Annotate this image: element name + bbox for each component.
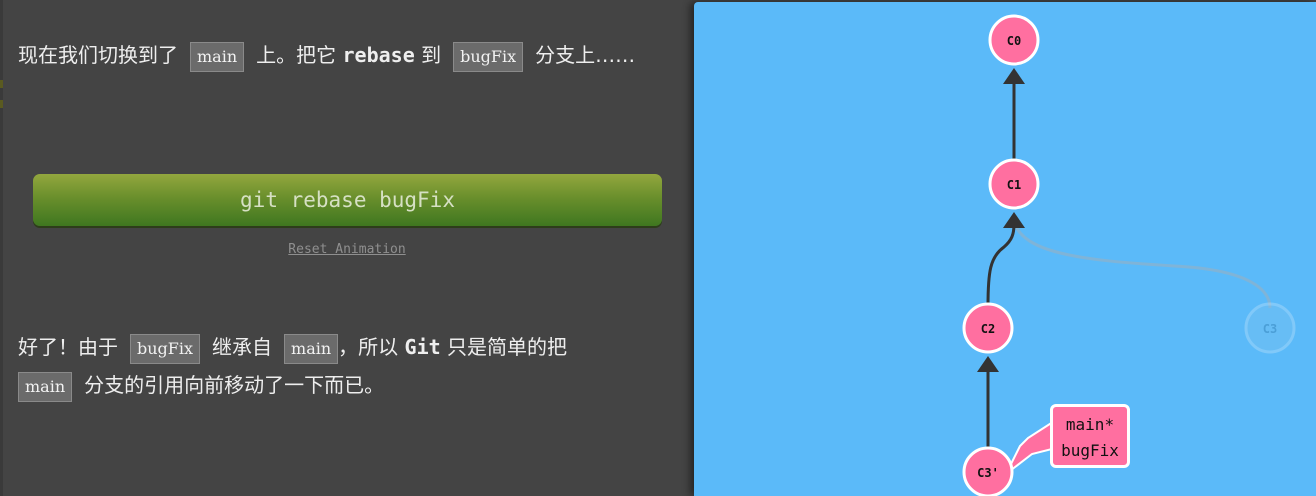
intro-paragraph: 现在我们切换到了 main 上。把它 rebase 到 bugFix 分支上…… <box>18 36 668 74</box>
instructions-panel: 现在我们切换到了 main 上。把它 rebase 到 bugFix 分支上…… git… <box>0 0 694 496</box>
arrowhead-icon <box>1003 68 1025 84</box>
commit-label: C3 <box>1263 322 1277 336</box>
commit-label: C3' <box>977 466 999 480</box>
branch-pointer-icon <box>1005 418 1057 475</box>
result-text-3: ，所以 <box>338 335 399 359</box>
commit-c3-faded[interactable]: C3 <box>1244 302 1296 354</box>
commit-c2[interactable]: C2 <box>962 302 1014 354</box>
intro-text-3: 到 <box>421 43 442 67</box>
git-visualization: C0 C1 C2 C3 C3' main* bugFix <box>694 2 1316 496</box>
code-main: main <box>18 371 73 402</box>
intro-text-4: 分支上…… <box>535 43 636 67</box>
code-bugfix: bugFix <box>453 41 524 72</box>
arrowhead-icon <box>977 356 999 372</box>
keyword-rebase: rebase <box>342 43 415 67</box>
result-text-4: 只是简单的把 <box>447 335 568 359</box>
result-paragraph: 好了！由于 bugFix 继承自 main ，所以 Git 只是简单的把 main 分支的引… <box>18 328 668 404</box>
result-text-2: 继承自 <box>212 335 273 359</box>
commit-graph: C0 C1 C2 C3 C3' <box>962 14 1296 496</box>
code-main: main <box>190 41 245 72</box>
keyword-git: Git <box>404 335 441 359</box>
commit-c0[interactable]: C0 <box>988 14 1040 66</box>
code-bugfix: bugFix <box>130 333 201 364</box>
code-main: main <box>284 333 339 364</box>
commit-label: C2 <box>981 322 995 336</box>
git-rebase-command-button[interactable]: git rebase bugFix <box>33 174 662 226</box>
result-text-1: 好了！由于 <box>18 335 118 359</box>
intro-text-2: 上。把它 <box>256 43 337 67</box>
branch-tag-main-bugfix[interactable]: main* bugFix <box>1050 404 1130 468</box>
faded-edge-c3-c1 <box>1012 221 1272 309</box>
reset-animation-link[interactable]: Reset Animation <box>0 242 694 257</box>
commit-label: C0 <box>1007 34 1021 48</box>
commit-label: C1 <box>1007 178 1021 192</box>
commit-c3-prime[interactable]: C3' <box>962 446 1014 496</box>
branch-name-main: main* <box>1065 415 1115 434</box>
edge-c2-c1 <box>986 223 1016 307</box>
intro-text-1: 现在我们切换到了 <box>18 43 178 67</box>
branch-name-bugfix: bugFix <box>1061 441 1119 460</box>
commit-c1[interactable]: C1 <box>988 158 1040 210</box>
result-text-5: 分支的引用向前移动了一下而已。 <box>84 373 385 397</box>
arrowhead-icon <box>1003 212 1025 228</box>
